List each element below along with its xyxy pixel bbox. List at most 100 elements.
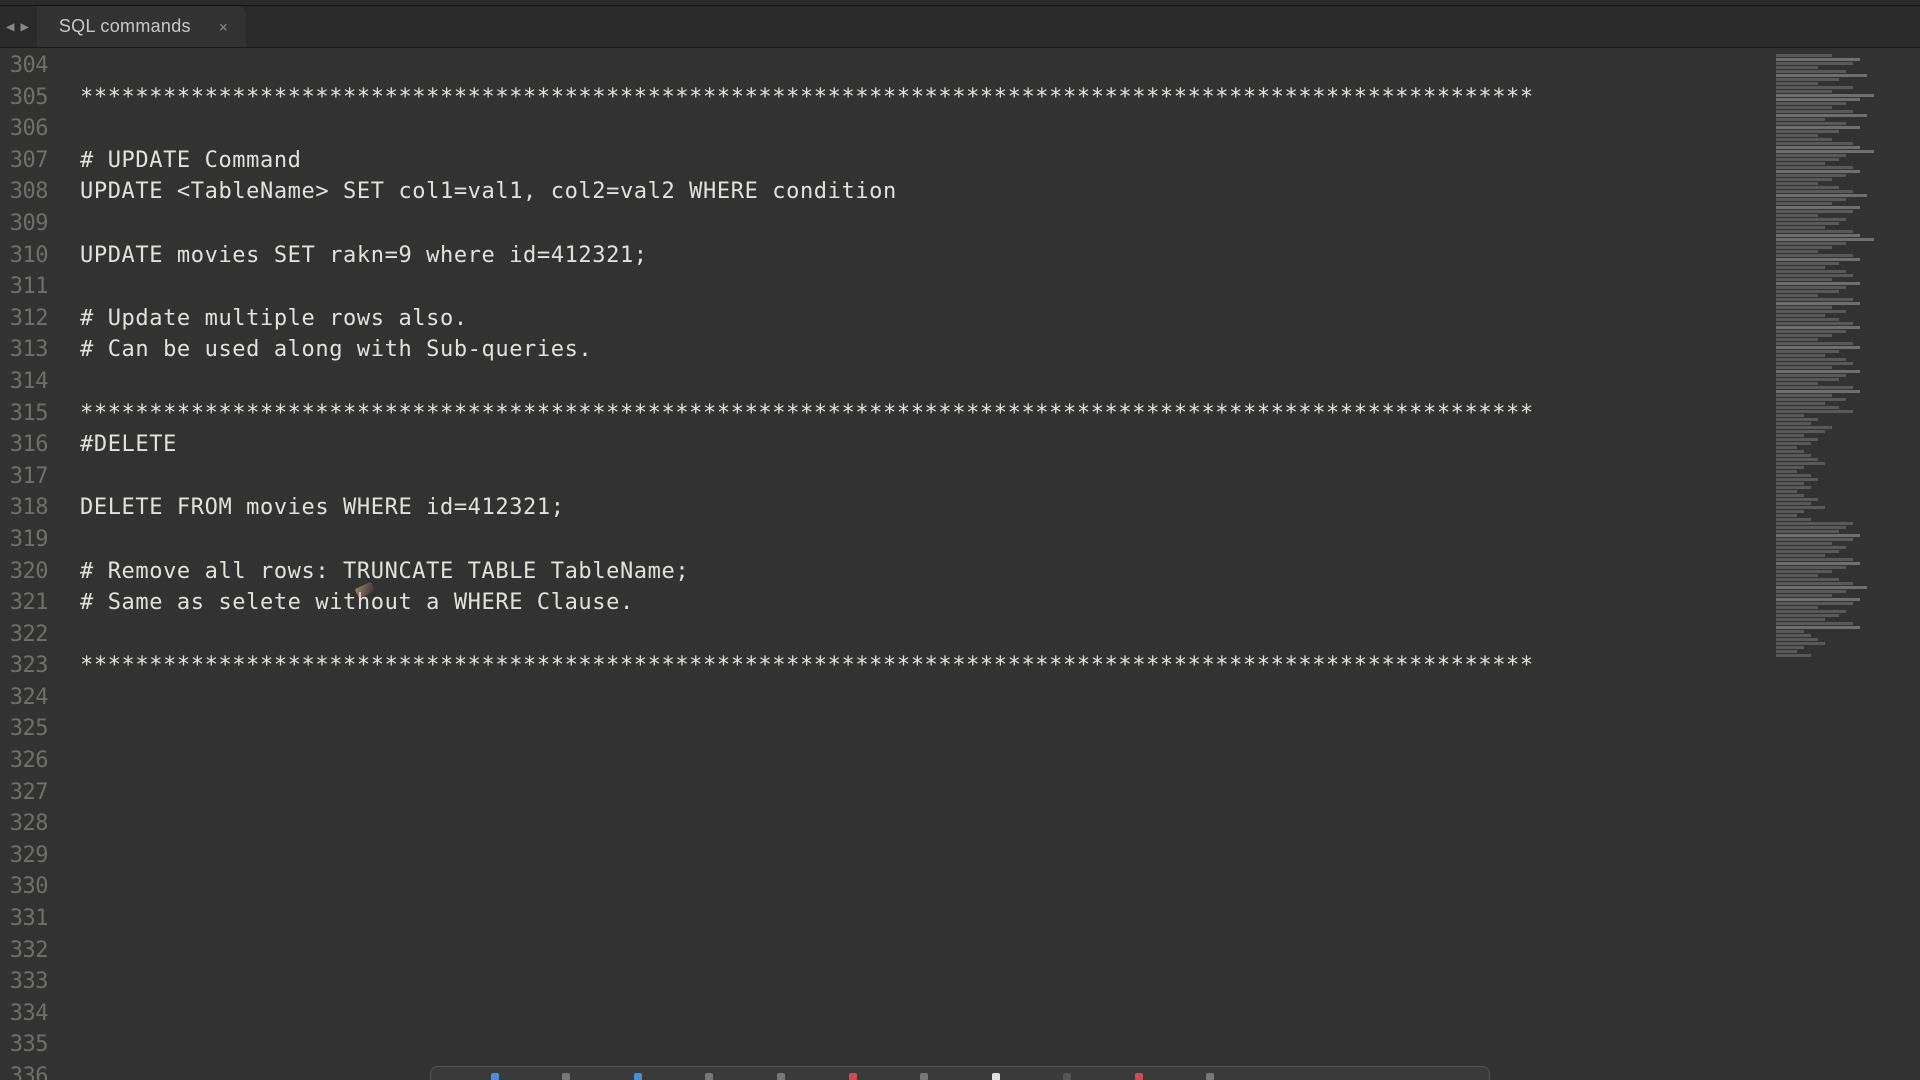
minimap-line <box>1776 226 1916 229</box>
minimap-line <box>1776 446 1916 449</box>
minimap-line <box>1776 290 1916 293</box>
minimap-line <box>1776 130 1916 133</box>
minimap-line <box>1776 390 1916 393</box>
dock-app-icon[interactable] <box>849 1073 857 1080</box>
nav-back-icon[interactable]: ◀ <box>4 17 16 37</box>
os-dock[interactable] <box>430 1066 1490 1080</box>
minimap-line <box>1776 530 1916 533</box>
code-line[interactable]: ****************************************… <box>80 82 1772 114</box>
line-number: 311 <box>0 271 56 303</box>
code-line[interactable]: UPDATE movies SET rakn=9 where id=412321… <box>80 240 1772 272</box>
code-line[interactable] <box>80 1029 1772 1061</box>
minimap-line <box>1776 186 1916 189</box>
code-line[interactable] <box>80 619 1772 651</box>
code-line[interactable] <box>80 113 1772 145</box>
minimap-line <box>1776 170 1916 173</box>
minimap-line <box>1776 286 1916 289</box>
code-line[interactable]: # UPDATE Command <box>80 145 1772 177</box>
code-line[interactable] <box>80 524 1772 556</box>
minimap-line <box>1776 610 1916 613</box>
code-line[interactable] <box>80 871 1772 903</box>
minimap-line <box>1776 318 1916 321</box>
dock-app-icon[interactable] <box>1063 1073 1071 1080</box>
minimap-line <box>1776 574 1916 577</box>
line-number: 326 <box>0 745 56 777</box>
code-line[interactable] <box>80 745 1772 777</box>
code-line[interactable] <box>80 366 1772 398</box>
dock-app-icon[interactable] <box>920 1073 928 1080</box>
code-line[interactable] <box>80 777 1772 809</box>
minimap-line <box>1776 598 1916 601</box>
code-line[interactable] <box>80 998 1772 1030</box>
code-line[interactable]: # Update multiple rows also. <box>80 303 1772 335</box>
line-number: 313 <box>0 334 56 366</box>
dock-app-icon[interactable] <box>634 1073 642 1080</box>
code-line[interactable]: ****************************************… <box>80 650 1772 682</box>
minimap-line <box>1776 174 1916 177</box>
minimap-line <box>1776 430 1916 433</box>
code-line[interactable] <box>80 208 1772 240</box>
minimap-line <box>1776 78 1916 81</box>
line-number: 309 <box>0 208 56 240</box>
minimap-line <box>1776 606 1916 609</box>
minimap-line <box>1776 142 1916 145</box>
code-line[interactable] <box>80 966 1772 998</box>
minimap-line <box>1776 122 1916 125</box>
line-number: 316 <box>0 429 56 461</box>
code-line[interactable] <box>80 50 1772 82</box>
minimap-line <box>1776 58 1916 61</box>
code-line[interactable]: # Can be used along with Sub-queries. <box>80 334 1772 366</box>
code-line[interactable]: # Same as selete without a WHERE Clause. <box>80 587 1772 619</box>
minimap-line <box>1776 254 1916 257</box>
minimap-line <box>1776 526 1916 529</box>
code-line[interactable]: UPDATE <TableName> SET col1=val1, col2=v… <box>80 176 1772 208</box>
minimap-line <box>1776 198 1916 201</box>
code-line[interactable]: #DELETE <box>80 429 1772 461</box>
minimap-line <box>1776 326 1916 329</box>
minimap-line <box>1776 434 1916 437</box>
tab-sql-commands[interactable]: SQL commands × <box>37 6 246 47</box>
code-content[interactable]: ****************************************… <box>56 48 1772 1080</box>
dock-app-icon[interactable] <box>1421 1073 1429 1080</box>
minimap-line <box>1776 350 1916 353</box>
code-line[interactable] <box>80 713 1772 745</box>
dock-app-icon[interactable] <box>1135 1073 1143 1080</box>
code-line[interactable] <box>80 461 1772 493</box>
close-icon[interactable]: × <box>219 18 228 36</box>
code-line[interactable] <box>80 682 1772 714</box>
minimap-line <box>1776 214 1916 217</box>
dock-app-icon[interactable] <box>1206 1073 1214 1080</box>
dock-app-icon[interactable] <box>705 1073 713 1080</box>
code-line[interactable]: # Remove all rows: TRUNCATE TABLE TableN… <box>80 556 1772 588</box>
dock-app-icon[interactable] <box>777 1073 785 1080</box>
minimap-line <box>1776 298 1916 301</box>
dock-app-icon[interactable] <box>491 1073 499 1080</box>
line-number: 325 <box>0 713 56 745</box>
minimap-line <box>1776 202 1916 205</box>
minimap[interactable] <box>1772 48 1920 1080</box>
code-line[interactable] <box>80 903 1772 935</box>
minimap-line <box>1776 486 1916 489</box>
minimap-line <box>1776 442 1916 445</box>
code-line[interactable] <box>80 271 1772 303</box>
code-line[interactable] <box>80 840 1772 872</box>
line-number-gutter: 3043053063073083093103113123133143153163… <box>0 48 56 1080</box>
dock-app-icon[interactable] <box>562 1073 570 1080</box>
minimap-line <box>1776 278 1916 281</box>
dock-app-icon[interactable] <box>1278 1073 1286 1080</box>
code-line[interactable] <box>80 935 1772 967</box>
minimap-line <box>1776 62 1916 65</box>
minimap-line <box>1776 510 1916 513</box>
code-line[interactable]: DELETE FROM movies WHERE id=412321; <box>80 492 1772 524</box>
code-line[interactable]: ****************************************… <box>80 398 1772 430</box>
minimap-line <box>1776 306 1916 309</box>
dock-app-icon[interactable] <box>992 1073 1000 1080</box>
dock-app-icon[interactable] <box>1350 1073 1358 1080</box>
code-line[interactable] <box>80 808 1772 840</box>
nav-forward-icon[interactable]: ▶ <box>18 17 30 37</box>
minimap-line <box>1776 494 1916 497</box>
minimap-line <box>1776 110 1916 113</box>
minimap-line <box>1776 386 1916 389</box>
editor-area: 3043053063073083093103113123133143153163… <box>0 48 1920 1080</box>
minimap-line <box>1776 274 1916 277</box>
